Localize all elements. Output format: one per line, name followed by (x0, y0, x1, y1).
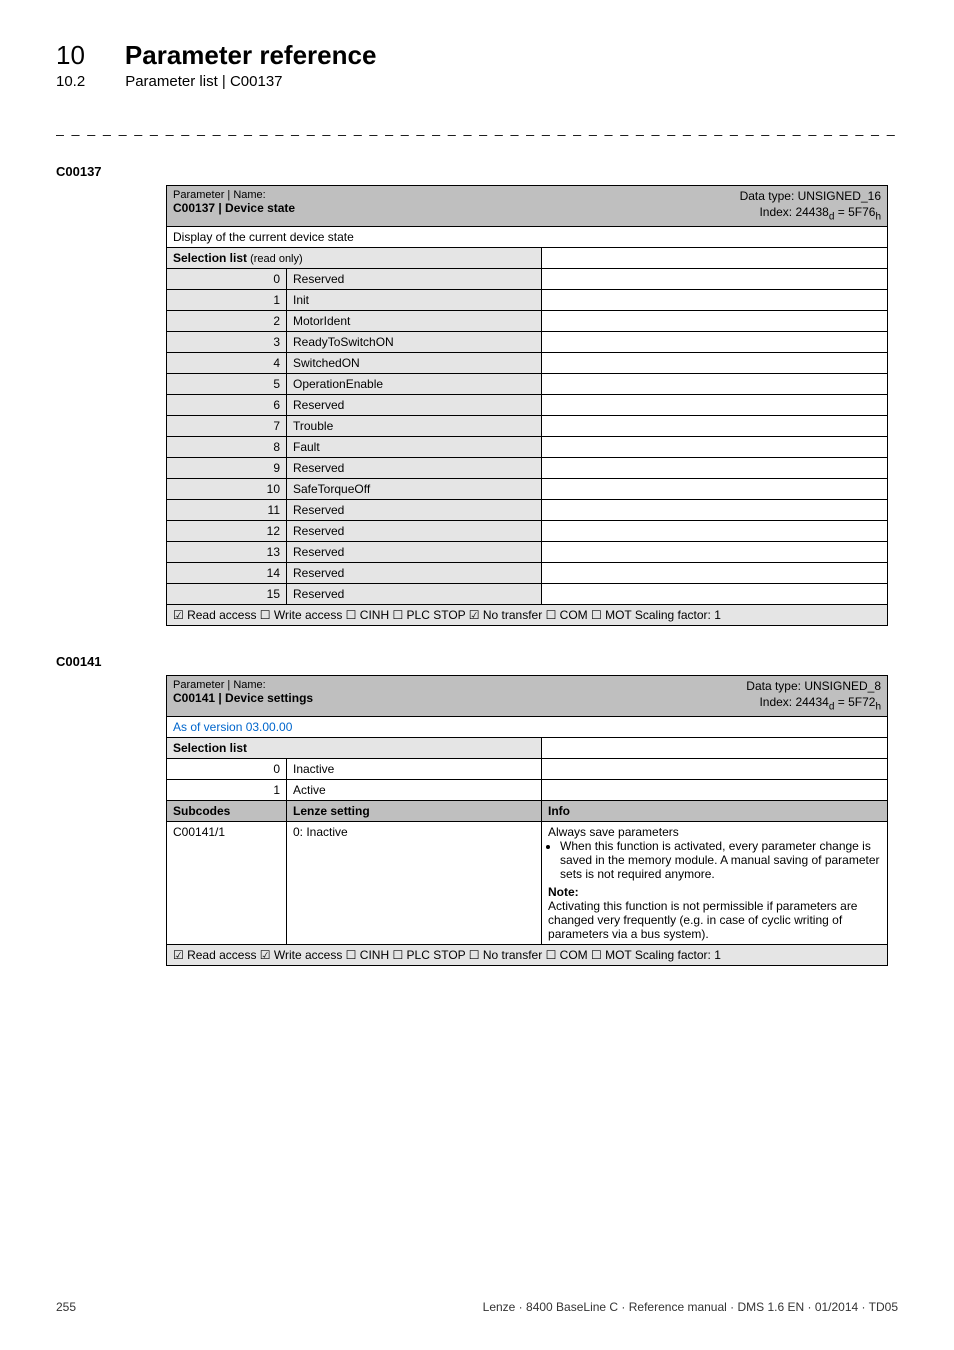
sel-val: Reserved (287, 520, 542, 541)
sel-val: SwitchedON (287, 352, 542, 373)
sel-num: 12 (167, 520, 287, 541)
sel-val: Reserved (287, 268, 542, 289)
sel-num: 4 (167, 352, 287, 373)
param-name-value: C00137 | Device state (173, 201, 536, 215)
sel-num: 1 (167, 289, 287, 310)
sel-num: 0 (167, 758, 287, 779)
page-number: 255 (56, 1300, 76, 1314)
sel-val: Inactive (287, 758, 542, 779)
sel-num: 10 (167, 478, 287, 499)
info-note-body: Activating this function is not permissi… (548, 899, 881, 941)
sel-val: OperationEnable (287, 373, 542, 394)
info-note-label: Note: (548, 885, 881, 899)
param-code-c00137: C00137 (56, 164, 898, 179)
lenze-value: 0: Inactive (287, 821, 542, 944)
sel-val: Active (287, 779, 542, 800)
footer-text: Lenze · 8400 BaseLine C · Reference manu… (483, 1300, 898, 1314)
sel-num: 8 (167, 436, 287, 457)
sel-val: Reserved (287, 499, 542, 520)
sel-val: MotorIdent (287, 310, 542, 331)
chapter-title: Parameter reference (125, 40, 377, 71)
col-lenze: Lenze setting (287, 800, 542, 821)
table-c00137: Parameter | Name: C00137 | Device state … (166, 185, 888, 626)
sel-num: 13 (167, 541, 287, 562)
sel-val: Reserved (287, 394, 542, 415)
sel-val: Reserved (287, 562, 542, 583)
sel-num: 1 (167, 779, 287, 800)
sel-val: Reserved (287, 541, 542, 562)
access-footer: ☑ Read access ☑ Write access ☐ CINH ☐ PL… (167, 944, 888, 965)
section-number: 10.2 (56, 73, 85, 90)
sel-val: ReadyToSwitchON (287, 331, 542, 352)
section-title: Parameter list | C00137 (125, 73, 282, 90)
sel-val: Trouble (287, 415, 542, 436)
divider-dashes: _ _ _ _ _ _ _ _ _ _ _ _ _ _ _ _ _ _ _ _ … (56, 120, 898, 136)
sel-val: Fault (287, 436, 542, 457)
sel-val: Reserved (287, 457, 542, 478)
param-datatype: Data type: UNSIGNED_16 Index: 24438d = 5… (542, 186, 888, 227)
param-name-label: Parameter | Name: (173, 189, 536, 201)
sel-num: 15 (167, 583, 287, 604)
selection-list-header: Selection list (167, 737, 542, 758)
sel-num: 7 (167, 415, 287, 436)
param-datatype: Data type: UNSIGNED_8 Index: 24434d = 5F… (542, 675, 888, 716)
param-display: Display of the current device state (167, 226, 888, 247)
info-lead: Always save parameters (548, 825, 881, 839)
col-info: Info (542, 800, 888, 821)
access-footer: ☑ Read access ☐ Write access ☐ CINH ☐ PL… (167, 604, 888, 625)
col-subcodes: Subcodes (167, 800, 287, 821)
sel-num: 3 (167, 331, 287, 352)
sel-num: 5 (167, 373, 287, 394)
blank (542, 247, 888, 268)
sel-num: 0 (167, 268, 287, 289)
chapter-number: 10 (56, 40, 85, 71)
info-cell: Always save parameters When this functio… (542, 821, 888, 944)
param-name-value: C00141 | Device settings (173, 691, 536, 705)
sel-val: Init (287, 289, 542, 310)
selection-list-header: Selection list (read only) (167, 247, 542, 268)
param-code-c00141: C00141 (56, 654, 898, 669)
table-c00141: Parameter | Name: C00141 | Device settin… (166, 675, 888, 966)
info-bullet: When this function is activated, every p… (560, 839, 881, 881)
version-link[interactable]: As of version 03.00.00 (167, 716, 888, 737)
sel-num: 9 (167, 457, 287, 478)
sel-num: 6 (167, 394, 287, 415)
subcode-value: C00141/1 (167, 821, 287, 944)
sel-val: SafeTorqueOff (287, 478, 542, 499)
sel-num: 2 (167, 310, 287, 331)
param-name-label: Parameter | Name: (173, 679, 536, 691)
sel-num: 14 (167, 562, 287, 583)
sel-val: Reserved (287, 583, 542, 604)
sel-num: 11 (167, 499, 287, 520)
